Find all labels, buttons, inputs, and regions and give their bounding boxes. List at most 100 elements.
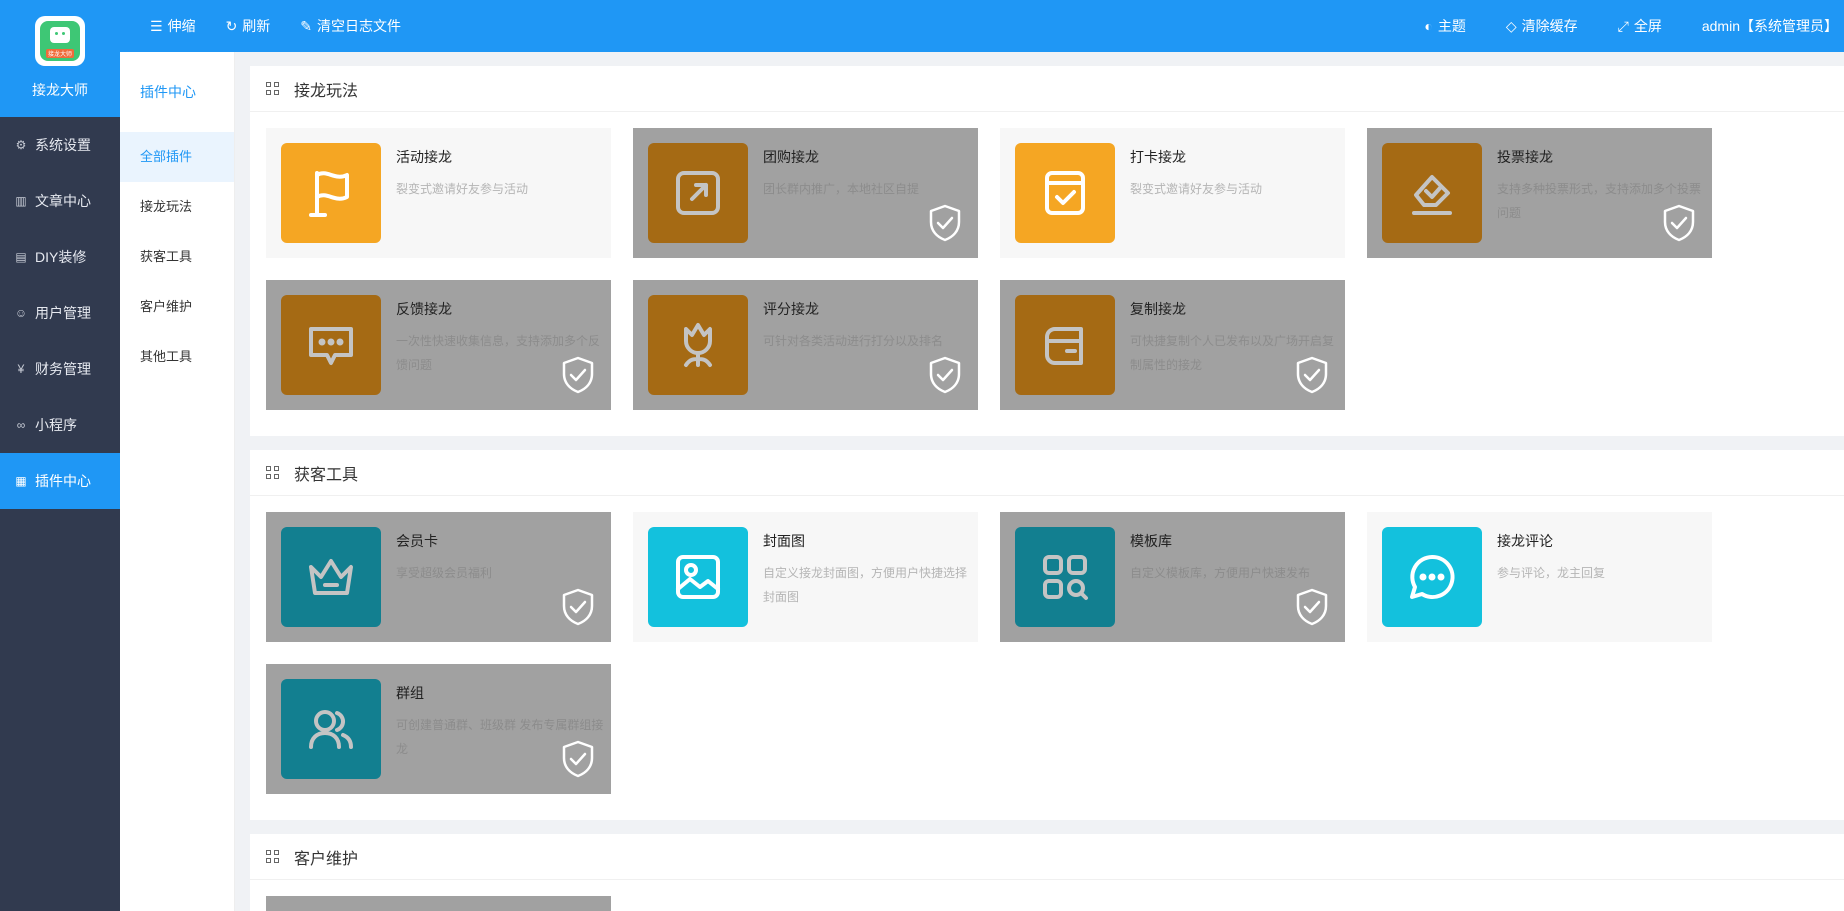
share-box-icon <box>648 143 748 243</box>
plugin-name: 复制接龙 <box>1130 301 1186 317</box>
plugin-card-vote[interactable]: 投票接龙 支持多种投票形式，支持添加多个投票问题 <box>1367 128 1712 258</box>
submenu-item-other[interactable]: 其他工具 <box>120 332 234 382</box>
grid-icon <box>266 465 280 480</box>
shield-check-icon <box>929 204 961 242</box>
fullscreen-icon: ⤢ <box>1617 17 1629 34</box>
plugin-card-partial[interactable] <box>266 896 611 911</box>
submenu-item-retention[interactable]: 客户维护 <box>120 282 234 332</box>
layout-icon: ▤ <box>15 250 27 264</box>
plugin-desc: 裂变式邀请好友参与活动 <box>1130 182 1263 196</box>
app-root: 接龙大师 接龙大师 ⚙ 系统设置 ▥ 文章中心 ▤ DIY装修 ☺ 用户管理 ¥… <box>0 0 1844 911</box>
plugin-desc: 享受超级会员福利 <box>396 566 493 580</box>
collapse-label: 伸缩 <box>167 18 196 34</box>
sidebar-item-system-settings[interactable]: ⚙ 系统设置 <box>0 117 120 173</box>
section-header: 客户维护 <box>250 834 1844 880</box>
section-title: 接龙玩法 <box>294 82 359 100</box>
shield-check-icon <box>929 356 961 394</box>
plugin-card-groupbuy[interactable]: 团购接龙 团长群内推广，本地社区自提 <box>633 128 978 258</box>
fullscreen-button[interactable]: ⤢ 全屏 <box>1618 16 1662 36</box>
grid-search-icon <box>1015 527 1115 627</box>
plugin-card-membership[interactable]: 会员卡 享受超级会员福利 <box>266 512 611 642</box>
plugin-card-cover[interactable]: 封面图自定义接龙封面图，方便用户快捷选择封面图 <box>633 512 978 642</box>
section-header: 接龙玩法 <box>250 66 1844 112</box>
user-icon: ☺ <box>14 306 28 320</box>
collapse-button[interactable]: ☰ 伸缩 <box>150 16 196 36</box>
plugin-desc: 自定义接龙封面图，方便用户快捷选择封面图 <box>763 566 968 604</box>
sidebar-item-plugins[interactable]: ▦ 插件中心 <box>0 453 120 509</box>
indent-icon: ☰ <box>150 17 163 34</box>
flag-icon <box>281 143 381 243</box>
sidebar-item-label: 财务管理 <box>35 361 91 377</box>
chat-dots-icon <box>281 295 381 395</box>
clear-logs-label: 清空日志文件 <box>317 18 402 34</box>
plugin-card-checkin[interactable]: 打卡接龙裂变式邀请好友参与活动 <box>1000 128 1345 258</box>
tag-icon: ◇ <box>1505 17 1517 34</box>
user-name: admin【系统管理员】 <box>1701 18 1838 34</box>
brand-area: 接龙大师 接龙大师 <box>0 0 120 117</box>
sidebar-item-label: 小程序 <box>35 417 77 433</box>
theme-button[interactable]: ◐ 主题 <box>1424 16 1465 36</box>
section-retention: 客户维护 <box>250 834 1844 911</box>
clear-cache-button[interactable]: ◇ 清除缓存 <box>1506 16 1578 36</box>
plugin-card-feedback[interactable]: 反馈接龙 一次性快速收集信息，支持添加多个反馈问题 <box>266 280 611 410</box>
brand-logo[interactable]: 接龙大师 <box>35 16 85 66</box>
grid-icon <box>266 849 280 864</box>
brand-name: 接龙大师 <box>32 82 88 98</box>
submenu-item-acquisition[interactable]: 获客工具 <box>120 232 234 282</box>
theme-label: 主题 <box>1437 18 1466 34</box>
sidebar-item-label: 插件中心 <box>35 473 91 489</box>
sidebar-item-label: 用户管理 <box>35 305 91 321</box>
plugin-card-templates[interactable]: 模板库 自定义模板库，方便用户快速发布 <box>1000 512 1345 642</box>
submenu-item-all[interactable]: 全部插件 <box>120 132 234 182</box>
plugin-desc: 自定义模板库，方便用户快速发布 <box>1130 566 1311 580</box>
refresh-label: 刷新 <box>242 18 271 34</box>
shield-check-icon <box>562 588 594 626</box>
users-icon <box>281 679 381 779</box>
plugin-name: 封面图 <box>763 533 805 549</box>
user-menu[interactable]: admin【系统管理员】 <box>1702 16 1838 36</box>
plugin-desc: 参与评论，龙主回复 <box>1497 566 1606 580</box>
section-acquisition: 获客工具 会员卡 享受超级会员福利 封面图自定义接龙封面图，方便用户快捷选择封面图 <box>250 450 1844 820</box>
sidebar-item-articles[interactable]: ▥ 文章中心 <box>0 173 120 229</box>
clear-logs-button[interactable]: ✎ 清空日志文件 <box>300 16 401 36</box>
plugin-card-comments[interactable]: 接龙评论参与评论，龙主回复 <box>1367 512 1712 642</box>
apps-icon: ▦ <box>15 474 27 488</box>
toolbar-right-group: ◐ 主题 ◇ 清除缓存 ⤢ 全屏 admin【系统管理员】 <box>1384 16 1844 36</box>
section-header: 获客工具 <box>250 450 1844 496</box>
shield-check-icon <box>562 356 594 394</box>
plugin-card-copy[interactable]: 复制接龙 可快捷复制个人已发布以及广场开启复制属性的接龙 <box>1000 280 1345 410</box>
shield-check-icon <box>1663 204 1695 242</box>
clear-cache-label: 清除缓存 <box>1521 18 1578 34</box>
image-icon <box>648 527 748 627</box>
sidebar-item-users[interactable]: ☺ 用户管理 <box>0 285 120 341</box>
plugin-desc: 裂变式邀请好友参与活动 <box>396 182 529 196</box>
chat-bubble-icon <box>1382 527 1482 627</box>
sidebar-item-label: 系统设置 <box>35 137 91 153</box>
plugin-name: 接龙评论 <box>1497 533 1553 549</box>
wallet-icon <box>1015 295 1115 395</box>
sidebar-item-finance[interactable]: ¥ 财务管理 <box>0 341 120 397</box>
plugin-desc: 可针对各类活动进行打分以及排名 <box>763 334 944 348</box>
broom-icon: ✎ <box>300 17 313 34</box>
fullscreen-label: 全屏 <box>1633 18 1662 34</box>
grid-icon <box>266 81 280 96</box>
top-toolbar: ☰ 伸缩 ↻ 刷新 ✎ 清空日志文件 ◐ 主题 ◇ 清除缓存 ⤢ 全屏 admi… <box>120 0 1844 52</box>
sidebar-item-diy[interactable]: ▤ DIY装修 <box>0 229 120 285</box>
plugin-name: 团购接龙 <box>763 149 819 165</box>
plugin-grid: 会员卡 享受超级会员福利 封面图自定义接龙封面图，方便用户快捷选择封面图 模板库自… <box>250 496 1844 820</box>
shield-check-icon <box>1296 356 1328 394</box>
plugin-grid: 活动接龙 裂变式邀请好友参与活动 团购接龙 团长群内推广，本地社区自提 打卡接龙裂变… <box>250 112 1844 436</box>
plugin-card-rating[interactable]: 评分接龙 可针对各类活动进行打分以及排名 <box>633 280 978 410</box>
plugin-name: 打卡接龙 <box>1130 149 1186 165</box>
plugin-name: 群组 <box>396 685 424 701</box>
submenu-item-solitaire[interactable]: 接龙玩法 <box>120 182 234 232</box>
logo-tag: 接龙大师 <box>45 49 74 58</box>
plugin-card-activity[interactable]: 活动接龙 裂变式邀请好友参与活动 <box>266 128 611 258</box>
main-content: 接龙玩法 活动接龙裂变式邀请好友参与活动 团购接龙团长群内推广，本地社区自提 <box>250 66 1844 911</box>
plugin-submenu: 插件中心 全部插件 接龙玩法 获客工具 客户维护 其他工具 <box>120 52 235 911</box>
plugin-card-groups[interactable]: 群组 可创建普通群、班级群 发布专属群组接龙 <box>266 664 611 794</box>
refresh-icon: ↻ <box>225 17 238 34</box>
sidebar-item-miniprogram[interactable]: ∞ 小程序 <box>0 397 120 453</box>
refresh-button[interactable]: ↻ 刷新 <box>226 16 271 36</box>
palette-icon: ◐ <box>1424 18 1433 34</box>
